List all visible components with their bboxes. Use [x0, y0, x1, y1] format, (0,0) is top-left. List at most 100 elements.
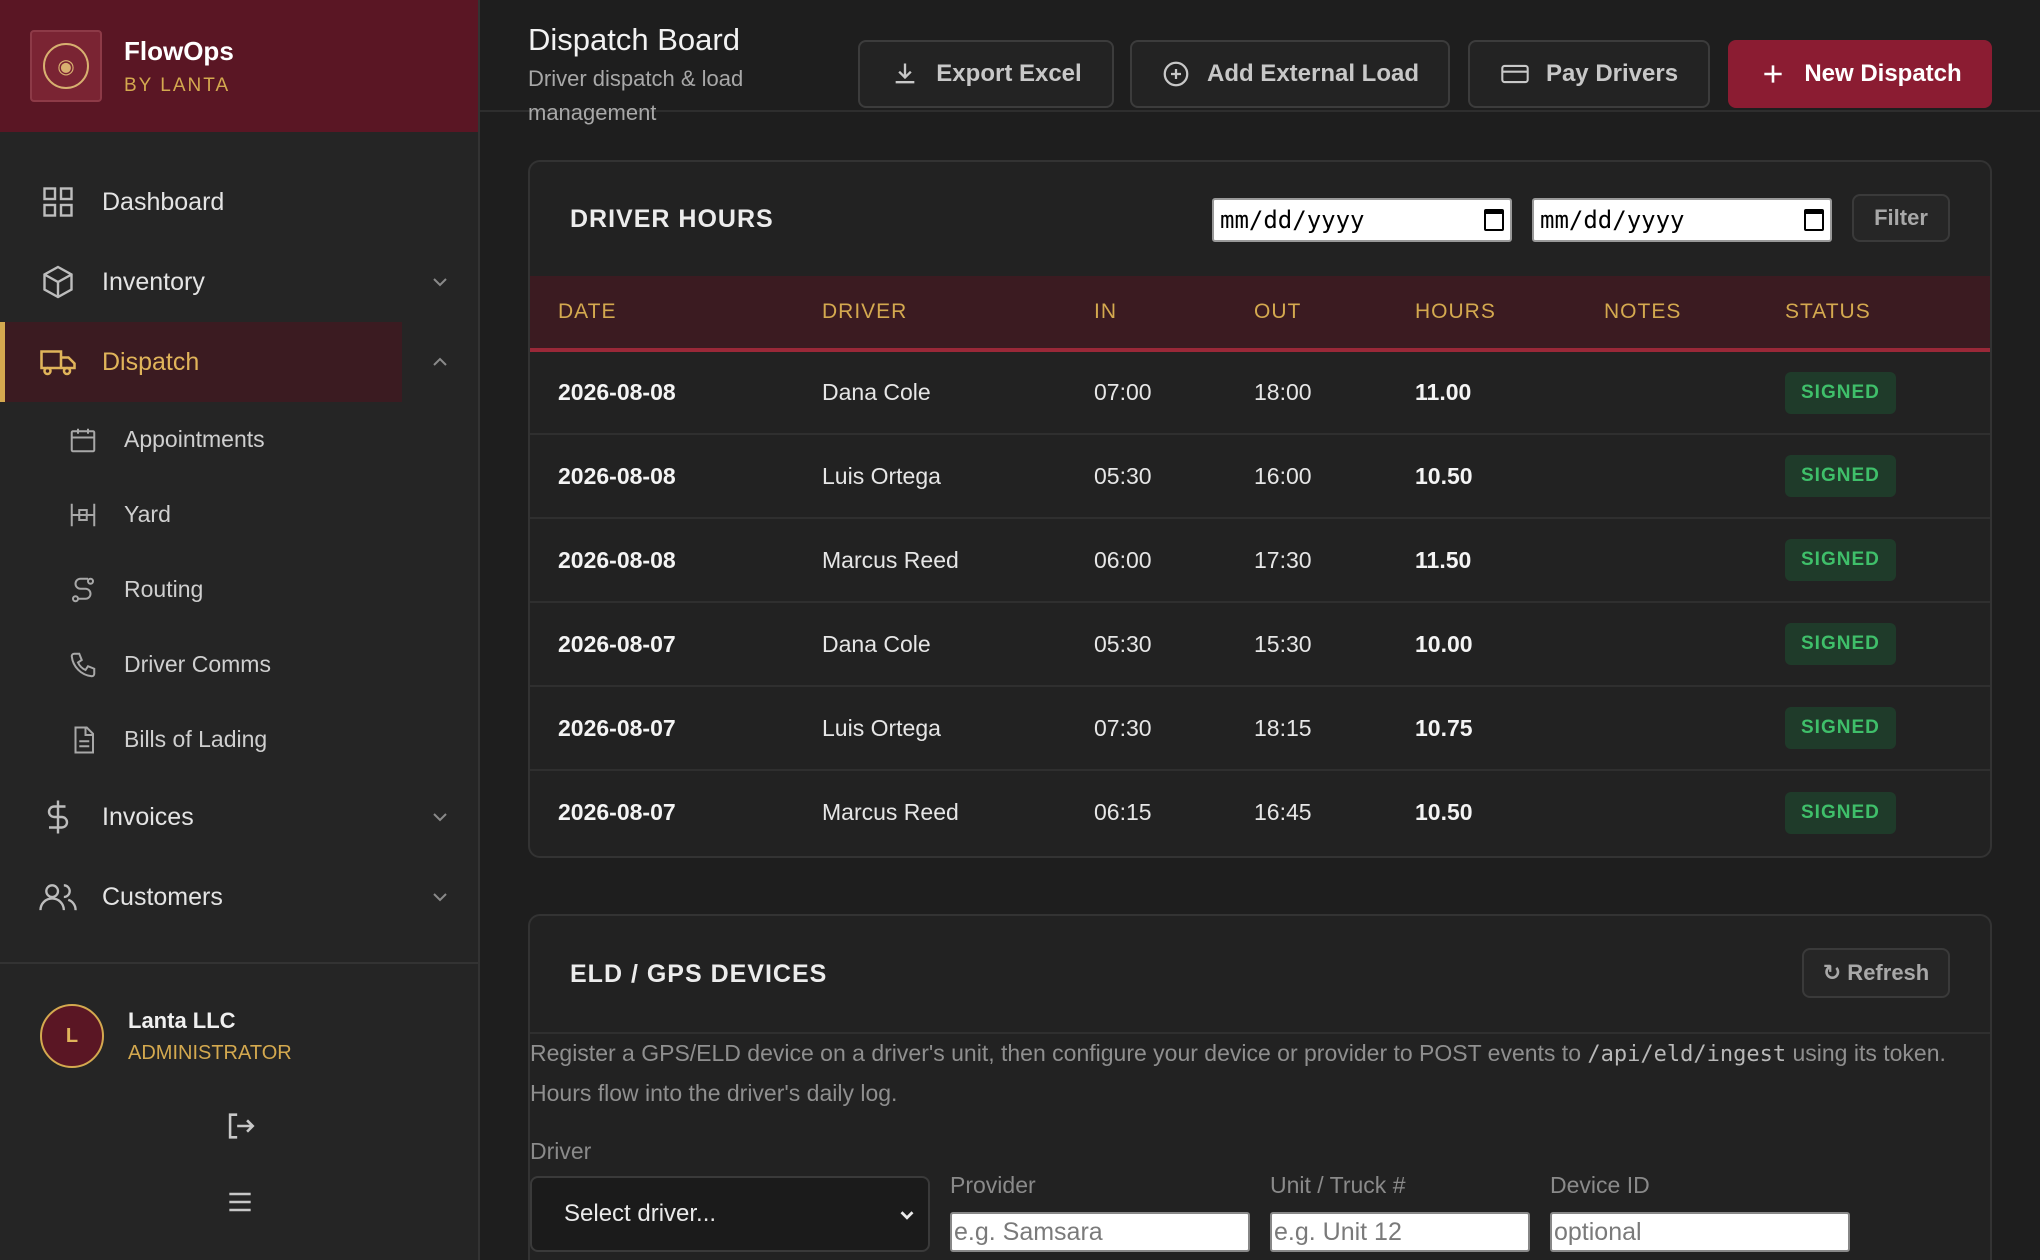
chevron-down-icon — [433, 893, 447, 902]
date-to-input[interactable]: mm/dd/yyyy — [1532, 198, 1832, 242]
column-header-out[interactable]: OUT — [1226, 276, 1387, 350]
eld-devices-card: ELD / GPS DEVICES ↻ Refresh Register a G… — [528, 914, 1992, 1260]
sidebar-subitem-driver-comms[interactable]: Driver Comms — [0, 627, 478, 702]
route-icon — [66, 573, 100, 607]
table-header-row: DATE DRIVER IN OUT HOURS NOTES STATUS — [530, 276, 1990, 350]
chevron-down-icon — [433, 813, 447, 822]
chevron-down-icon — [900, 1211, 914, 1220]
sidebar-item-label: Dashboard — [102, 187, 225, 216]
device-id-input[interactable]: optional — [1550, 1212, 1850, 1252]
export-excel-label: Export Excel — [936, 60, 1082, 87]
cell-in: 05:30 — [1094, 630, 1152, 657]
plus-circle-icon — [1161, 59, 1191, 89]
cell-hours: 10.50 — [1415, 462, 1473, 489]
date-from-input[interactable]: mm/dd/yyyy — [1212, 198, 1512, 242]
cell-hours: 10.50 — [1415, 799, 1473, 825]
cell-out: 16:45 — [1254, 799, 1312, 825]
user-name: Lanta LLC — [128, 1007, 236, 1033]
device-id-placeholder: optional — [1554, 1217, 1642, 1246]
driver-hours-table: DATE DRIVER IN OUT HOURS NOTES STATUS 20… — [530, 276, 1990, 854]
page-subtitle: Driver dispatch & load management — [528, 66, 744, 125]
yard-icon — [66, 498, 100, 532]
sidebar-item-label: Invoices — [102, 802, 194, 831]
table-row[interactable]: 2026-08-07 Dana Cole 05:30 15:30 10.00 S… — [530, 602, 1990, 686]
sidebar: ◉ FlowOps BY LANTA Dashboard Inventory D… — [0, 0, 480, 1260]
column-header-status[interactable]: STATUS — [1757, 276, 1990, 350]
unit-input[interactable]: e.g. Unit 12 — [1270, 1212, 1530, 1252]
column-header-in[interactable]: IN — [1066, 276, 1226, 350]
table-row[interactable]: 2026-08-08 Marcus Reed 06:00 17:30 11.50… — [530, 518, 1990, 602]
truck-icon — [38, 342, 78, 382]
status-badge: SIGNED — [1785, 791, 1896, 834]
table-row[interactable]: 2026-08-07 Marcus Reed 06:15 16:45 10.50… — [530, 770, 1990, 854]
sidebar-item-dashboard[interactable]: Dashboard — [0, 162, 480, 242]
user-role: ADMINISTRATOR — [128, 1041, 292, 1064]
calendar-icon[interactable] — [1804, 209, 1824, 231]
column-header-date[interactable]: DATE — [530, 276, 794, 350]
date-to-placeholder: mm/dd/yyyy — [1540, 206, 1685, 234]
cell-notes — [1576, 686, 1757, 770]
sidebar-item-dispatch[interactable]: Dispatch — [0, 322, 480, 402]
cell-hours: 11.50 — [1415, 546, 1472, 573]
cell-status: SIGNED — [1757, 350, 1990, 434]
filter-button[interactable]: Filter — [1852, 194, 1950, 242]
cell-out: 18:15 — [1254, 714, 1312, 741]
export-excel-button[interactable]: Export Excel — [858, 40, 1114, 108]
table-row[interactable]: 2026-08-07 Luis Ortega 07:30 18:15 10.75… — [530, 686, 1990, 770]
cell-in: 05:30 — [1094, 462, 1152, 489]
add-external-load-button[interactable]: Add External Load — [1130, 40, 1450, 108]
logout-icon[interactable] — [222, 1108, 258, 1144]
credit-card-icon — [1500, 59, 1530, 89]
device-id-field-label: Device ID — [1550, 1172, 1650, 1198]
sidebar-item-customers[interactable]: Customers — [0, 857, 480, 937]
table-row[interactable]: 2026-08-08 Luis Ortega 05:30 16:00 10.50… — [530, 434, 1990, 518]
column-header-notes[interactable]: NOTES — [1576, 276, 1757, 350]
cell-in: 06:00 — [1094, 546, 1152, 573]
sidebar-subitem-label: Driver Comms — [124, 651, 271, 677]
new-dispatch-button[interactable]: New Dispatch — [1728, 40, 1992, 108]
driver-select[interactable]: Select driver... — [530, 1176, 930, 1252]
cell-out: 16:00 — [1254, 462, 1312, 489]
column-header-hours[interactable]: HOURS — [1387, 276, 1576, 350]
sidebar-subitem-appointments[interactable]: Appointments — [0, 402, 478, 477]
sidebar-subitem-yard[interactable]: Yard — [0, 477, 478, 552]
pay-drivers-button[interactable]: Pay Drivers — [1468, 40, 1710, 108]
cell-hours: 10.75 — [1415, 714, 1473, 741]
cell-driver: Dana Cole — [822, 630, 931, 657]
eld-header: ELD / GPS DEVICES ↻ Refresh — [530, 916, 1990, 1034]
cell-hours: 10.00 — [1415, 630, 1473, 657]
provider-input[interactable]: e.g. Samsara — [950, 1212, 1250, 1252]
cell-driver: Dana Cole — [822, 379, 931, 405]
download-icon — [890, 59, 920, 89]
eld-endpoint-code: /api/eld/ingest — [1587, 1042, 1787, 1067]
cell-driver: Luis Ortega — [822, 462, 941, 489]
sidebar-subitem-routing[interactable]: Routing — [0, 552, 478, 627]
chevron-down-icon — [433, 278, 447, 287]
sidebar-item-invoices[interactable]: Invoices — [0, 777, 480, 857]
eld-description: Register a GPS/ELD device on a driver's … — [530, 1034, 1990, 1112]
table-row[interactable]: 2026-08-08 Dana Cole 07:00 18:00 11.00 S… — [530, 350, 1990, 434]
refresh-button[interactable]: ↻ Refresh — [1802, 948, 1950, 998]
sidebar-item-inventory[interactable]: Inventory — [0, 242, 480, 322]
cell-date: 2026-08-07 — [558, 799, 676, 825]
column-header-driver[interactable]: DRIVER — [794, 276, 1066, 350]
sidebar-item-label: Customers — [102, 882, 223, 911]
menu-icon[interactable] — [222, 1184, 258, 1220]
cell-in: 06:15 — [1094, 799, 1152, 825]
brand-header[interactable]: ◉ FlowOps BY LANTA — [0, 0, 478, 132]
dashboard-grid-icon — [38, 182, 78, 222]
cell-driver: Marcus Reed — [822, 546, 959, 573]
cell-date: 2026-08-07 — [558, 630, 676, 657]
status-badge: SIGNED — [1785, 539, 1896, 581]
driver-field-label: Driver — [530, 1138, 592, 1164]
cell-in: 07:00 — [1094, 379, 1152, 405]
status-badge: SIGNED — [1785, 455, 1896, 497]
document-icon — [66, 723, 100, 757]
dollar-icon — [38, 797, 78, 837]
driver-hours-header: DRIVER HOURS mm/dd/yyyy mm/dd/yyyy Filte… — [530, 162, 1990, 276]
brand-subtitle: BY LANTA — [124, 74, 231, 96]
brand-seal-icon: ◉ — [43, 43, 89, 89]
user-profile[interactable]: L Lanta LLC ADMINISTRATOR — [0, 964, 478, 1068]
calendar-icon[interactable] — [1484, 209, 1504, 231]
sidebar-subitem-bills-of-lading[interactable]: Bills of Lading — [0, 702, 478, 777]
